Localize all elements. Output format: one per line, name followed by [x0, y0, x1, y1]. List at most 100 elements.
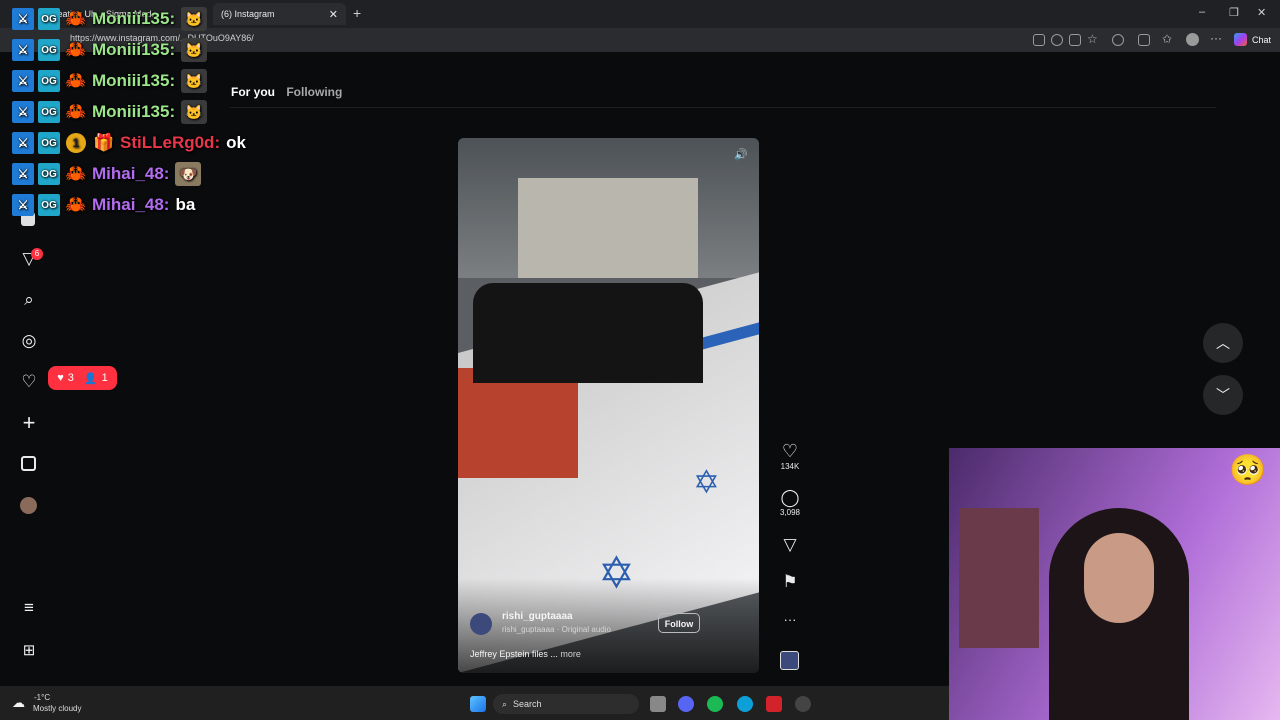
vip-badge-icon: OG: [38, 8, 60, 30]
activity-popup: ♥ 3 👤 1: [48, 366, 117, 390]
moderator-badge-icon: ⚔: [12, 163, 34, 185]
vip-badge-icon: OG: [38, 39, 60, 61]
crab-emote-icon: 🦀: [65, 164, 87, 183]
profile-avatar[interactable]: [1186, 33, 1199, 46]
star-of-david: ✡: [693, 464, 720, 500]
chat-username: StiLLeRg0d:: [120, 133, 221, 152]
comments-count: 3,098: [779, 508, 801, 517]
app-icon[interactable]: [766, 696, 782, 712]
tab-for-you[interactable]: For you: [231, 85, 275, 99]
spotify-icon[interactable]: [707, 696, 723, 712]
dashboard-icon[interactable]: [21, 456, 36, 471]
sound-icon[interactable]: 🔊: [734, 148, 748, 161]
task-view-icon[interactable]: [650, 696, 666, 712]
comment-action[interactable]: ◯ 3,098: [778, 488, 802, 517]
menu-icon[interactable]: ≡: [18, 597, 40, 619]
search-icon[interactable]: ⌕: [18, 289, 40, 311]
heart-icon[interactable]: ♡: [18, 371, 40, 393]
more-menu-icon[interactable]: ···: [1210, 31, 1222, 45]
new-tab-icon[interactable]: +: [353, 5, 361, 21]
chat-username: Mihai_48:: [92, 164, 170, 183]
cat-emote-icon: 🐱: [181, 7, 208, 31]
sub-badge-icon: 1: [64, 131, 88, 155]
more-options-icon[interactable]: ···: [778, 612, 802, 627]
copilot-icon[interactable]: [1234, 33, 1247, 46]
moderator-badge-icon: ⚔: [12, 39, 34, 61]
crab-emote-icon: 🦀: [65, 195, 87, 214]
author-avatar[interactable]: [470, 613, 492, 635]
chat-text: ba: [175, 195, 196, 214]
vip-badge-icon: OG: [38, 132, 60, 154]
tab-following[interactable]: Following: [286, 85, 342, 99]
profile-avatar[interactable]: [20, 497, 37, 514]
moderator-badge-icon: ⚔: [12, 70, 34, 92]
crab-emote-icon: 🦀: [65, 40, 87, 59]
search-icon: ⌕: [502, 698, 508, 709]
audio-label[interactable]: rishi_guptaaaa · Original audio: [502, 625, 611, 634]
next-reel-button[interactable]: ﹀: [1203, 375, 1243, 415]
heart-icon: ♥: [57, 372, 64, 384]
minimize-icon[interactable]: –: [1199, 6, 1205, 18]
chat-button[interactable]: Chat: [1252, 35, 1271, 45]
tab-instagram[interactable]: (6) Instagram ✕: [213, 3, 346, 25]
caption-text: Jeffrey Epstein files ...: [470, 649, 558, 659]
feed-tabs: For you Following: [231, 85, 342, 99]
chat-message: ⚔ OG 🦀 Moniii135: 🐱: [12, 98, 208, 126]
edge-icon[interactable]: [737, 696, 753, 712]
favorites-icon[interactable]: ✩: [1162, 32, 1172, 46]
vip-badge-icon: OG: [38, 194, 60, 216]
maximize-icon[interactable]: ❐: [1229, 6, 1239, 19]
chat-message: ⚔ OG 1 🎁 StiLLeRg0d: ok: [12, 129, 246, 157]
read-aloud-icon[interactable]: [1069, 34, 1081, 46]
start-icon[interactable]: [470, 696, 486, 712]
zoom-icon[interactable]: [1051, 34, 1063, 46]
like-action[interactable]: ♡ 134K: [778, 441, 802, 471]
caption: Jeffrey Epstein files ... more: [470, 649, 581, 659]
sub-badge-count: 1: [66, 133, 86, 153]
save-icon[interactable]: ⚑: [778, 572, 802, 592]
share-icon[interactable]: ▽: [778, 535, 802, 555]
chat-message: ⚔ OG 🦀 Moniii135: 🐱: [12, 36, 208, 64]
heart-icon: ♡: [781, 441, 799, 461]
reel-video[interactable]: ✡ ✡ 🔊 rishi_guptaaaa rishi_guptaaaa · Or…: [458, 138, 759, 673]
notification-badge: 6: [31, 248, 43, 260]
follow-button[interactable]: Follow: [658, 613, 700, 633]
author-username[interactable]: rishi_guptaaaa: [502, 611, 573, 622]
weather-icon[interactable]: ☁: [12, 695, 25, 711]
moderator-badge-icon: ⚔: [12, 101, 34, 123]
explore-icon[interactable]: ◎: [18, 330, 40, 352]
apps-icon[interactable]: ⊞: [18, 640, 40, 662]
chat-message: ⚔ OG 🦀 Moniii135: 🐱: [12, 67, 208, 95]
comment-icon: ◯: [780, 488, 800, 507]
close-tab-icon[interactable]: ✕: [329, 8, 338, 21]
emoji-sticker-icon: 🥺: [1229, 454, 1267, 487]
more-link[interactable]: more: [560, 649, 581, 659]
refresh-extension-icon[interactable]: [1112, 34, 1124, 46]
chat-username: Moniii135:: [92, 71, 176, 90]
tab-label: (6) Instagram: [221, 9, 275, 19]
audio-thumbnail[interactable]: [780, 651, 799, 670]
discord-icon[interactable]: [678, 696, 694, 712]
reader-icon[interactable]: [1033, 34, 1045, 46]
create-icon[interactable]: +: [18, 412, 40, 434]
taskbar-search[interactable]: ⌕ Search: [493, 694, 639, 714]
chat-username: Moniii135:: [92, 102, 176, 121]
video-redcloth: [458, 368, 578, 478]
follows-count: 1: [101, 372, 108, 384]
obs-icon[interactable]: [795, 696, 811, 712]
chat-message: ⚔ OG 🦀 Moniii135: 🐱: [12, 5, 208, 33]
cat-emote-icon: 🐱: [181, 38, 208, 62]
cat-emote-icon: 🐱: [181, 69, 208, 93]
likes-count: 134K: [780, 462, 800, 471]
close-window-icon[interactable]: ✕: [1257, 6, 1266, 19]
divider: [230, 107, 1216, 108]
gift-icon: 🎁: [93, 133, 115, 152]
video-building: [518, 178, 698, 278]
extensions-icon[interactable]: [1138, 34, 1150, 46]
chat-message: ⚔ OG 🦀 Mihai_48: ba: [12, 191, 195, 219]
favorite-star-icon[interactable]: ☆: [1087, 32, 1098, 46]
previous-reel-button[interactable]: ︿: [1203, 323, 1243, 363]
webcam-face: [1084, 533, 1154, 623]
webcam-shelf: [959, 508, 1039, 648]
chat-text: ok: [226, 133, 246, 152]
